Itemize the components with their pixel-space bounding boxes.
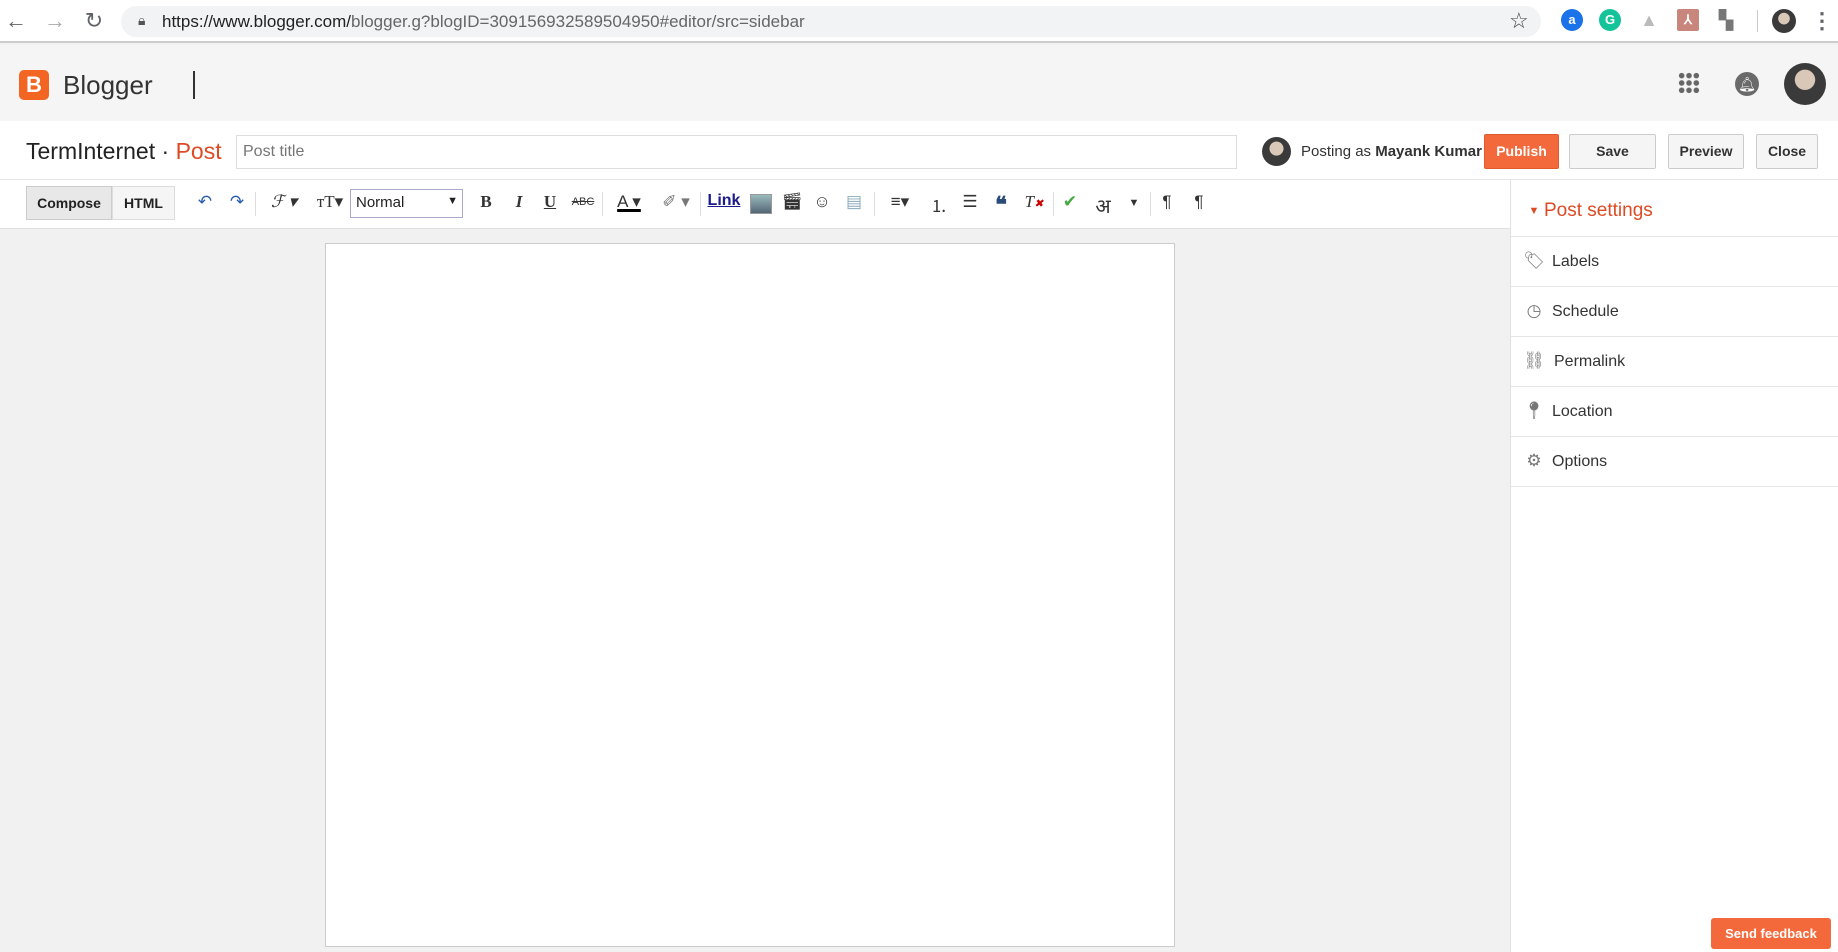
redo-icon[interactable]: ↷: [224, 192, 250, 212]
sidebar-item-label: Options: [1552, 453, 1608, 470]
font-size-icon[interactable]: тT▾: [310, 192, 350, 212]
html-tab[interactable]: HTML: [112, 186, 175, 220]
undo-icon[interactable]: ↶: [192, 192, 218, 212]
blog-name[interactable]: TermInternet: [26, 138, 155, 164]
extension-icon[interactable]: a: [1561, 9, 1583, 31]
ltr-icon[interactable]: ¶: [1154, 192, 1180, 212]
post-header: TermInternet · Post Posting as Mayank Ku…: [0, 121, 1838, 180]
text-color-icon[interactable]: A ▾: [609, 192, 649, 212]
url-host: https://www.blogger.com/: [162, 12, 351, 31]
tag-icon: 🏷︎: [1523, 251, 1545, 270]
emoji-icon[interactable]: ☺: [809, 192, 835, 212]
strikethrough-icon[interactable]: ABC: [570, 196, 596, 208]
divider: [700, 192, 701, 216]
post-settings-header[interactable]: ▼ Post settings: [1511, 185, 1838, 237]
spellcheck-icon[interactable]: ✔: [1057, 192, 1083, 212]
sidebar-item-schedule[interactable]: ◷ Schedule: [1511, 287, 1838, 337]
link-button[interactable]: Link: [707, 192, 741, 210]
author-avatar: [1262, 137, 1291, 166]
lock-icon: 🔒︎: [138, 12, 146, 28]
rtl-icon[interactable]: ¶: [1186, 192, 1212, 212]
extension-icon[interactable]: ▚: [1715, 9, 1737, 31]
send-feedback-button[interactable]: Send feedback: [1711, 918, 1831, 949]
divider: [1757, 10, 1758, 32]
editor-toolbar: Compose HTML ↶ ↷ ℱ ▾ тT▾ Normal ▼ B I U A…: [0, 180, 1510, 229]
sidebar-item-permalink[interactable]: ⛓︎ Permalink: [1511, 337, 1838, 387]
menu-icon[interactable]: ⋮: [1810, 8, 1834, 34]
sidebar-item-location[interactable]: 📍︎ Location: [1511, 387, 1838, 437]
divider: [1150, 192, 1151, 216]
sidebar-item-label: Permalink: [1554, 353, 1626, 370]
blogger-logo-icon[interactable]: B: [19, 70, 49, 100]
jump-break-icon[interactable]: ▤: [841, 192, 867, 212]
sidebar-item-label: Schedule: [1552, 303, 1619, 320]
grammarly-icon[interactable]: G: [1599, 9, 1621, 31]
section-title: Post: [175, 138, 222, 164]
blogger-header: B Blogger 🔔︎: [0, 45, 1838, 121]
chevron-down-icon: ▼: [447, 195, 458, 207]
address-bar[interactable]: 🔒︎ https://www.blogger.com/blogger.g?blo…: [121, 6, 1541, 37]
sidebar-item-label: Location: [1552, 403, 1613, 420]
sidebar-item-options[interactable]: ⚙ Options: [1511, 437, 1838, 487]
divider: [874, 192, 875, 216]
insert-image-icon[interactable]: [750, 194, 772, 214]
sidebar-item-label: Labels: [1552, 253, 1600, 270]
bookmark-star-icon[interactable]: ☆: [1509, 8, 1529, 34]
posting-as-label: Posting as: [1301, 143, 1372, 160]
input-tools-icon[interactable]: अ: [1090, 192, 1116, 219]
caret-down-icon: ▼: [1528, 205, 1540, 217]
clock-icon: ◷: [1526, 301, 1542, 320]
numbered-list-icon[interactable]: ⒈: [926, 192, 952, 217]
pdf-icon[interactable]: ⅄: [1677, 9, 1699, 31]
bold-icon[interactable]: B: [473, 192, 499, 212]
underline-icon[interactable]: U: [537, 192, 563, 212]
align-icon[interactable]: ≡▾: [882, 192, 918, 212]
author-name: Mayank Kumar: [1375, 143, 1482, 160]
post-settings-sidebar: ▼ Post settings 🏷︎ Labels ◷ Schedule ⛓︎ Per…: [1510, 180, 1838, 952]
quote-icon[interactable]: ❝: [988, 192, 1014, 218]
reload-icon[interactable]: ↻: [82, 8, 106, 34]
close-button[interactable]: Close: [1756, 134, 1818, 169]
post-title-input[interactable]: [236, 135, 1237, 169]
text-cursor: [193, 71, 195, 99]
publish-button[interactable]: Publish: [1484, 134, 1559, 169]
post-settings-title: Post settings: [1544, 200, 1653, 221]
forward-icon[interactable]: →: [43, 8, 67, 34]
location-pin-icon: 📍︎: [1523, 401, 1545, 420]
post-body-editor[interactable]: [325, 243, 1175, 947]
account-avatar[interactable]: [1784, 63, 1826, 105]
apps-grid-icon[interactable]: [1678, 72, 1700, 94]
sidebar-item-labels[interactable]: 🏷︎ Labels: [1511, 237, 1838, 287]
italic-icon[interactable]: I: [506, 192, 532, 212]
gear-icon: ⚙: [1526, 451, 1542, 470]
font-family-icon[interactable]: ℱ ▾: [264, 192, 304, 212]
brand-name[interactable]: Blogger: [63, 70, 153, 101]
format-select[interactable]: Normal ▼: [350, 189, 463, 218]
chevron-down-icon[interactable]: ▼: [1121, 197, 1147, 209]
divider: [1053, 192, 1054, 216]
clear-formatting-icon[interactable]: T✖: [1021, 192, 1047, 212]
save-button[interactable]: Save: [1569, 134, 1656, 169]
back-icon[interactable]: ←: [4, 8, 28, 34]
preview-button[interactable]: Preview: [1668, 134, 1744, 169]
link-icon: ⛓︎: [1523, 351, 1545, 370]
compose-tab[interactable]: Compose: [26, 186, 112, 220]
insert-video-icon[interactable]: 🎬︎: [779, 192, 805, 212]
url-path: blogger.g?blogID=309156932589504950#edit…: [350, 12, 805, 31]
profile-avatar[interactable]: [1772, 9, 1796, 33]
divider: [602, 192, 603, 216]
highlight-color-icon[interactable]: ✐ ▾: [656, 192, 696, 212]
format-value: Normal: [356, 194, 405, 211]
bulleted-list-icon[interactable]: ☰: [957, 192, 983, 212]
browser-toolbar: ← → ↻ 🔒︎ https://www.blogger.com/blogger…: [0, 0, 1838, 43]
drive-icon[interactable]: ▲: [1638, 9, 1660, 31]
divider: [255, 192, 256, 216]
separator: ·: [161, 138, 170, 164]
notifications-bell-icon[interactable]: 🔔︎: [1735, 72, 1759, 96]
